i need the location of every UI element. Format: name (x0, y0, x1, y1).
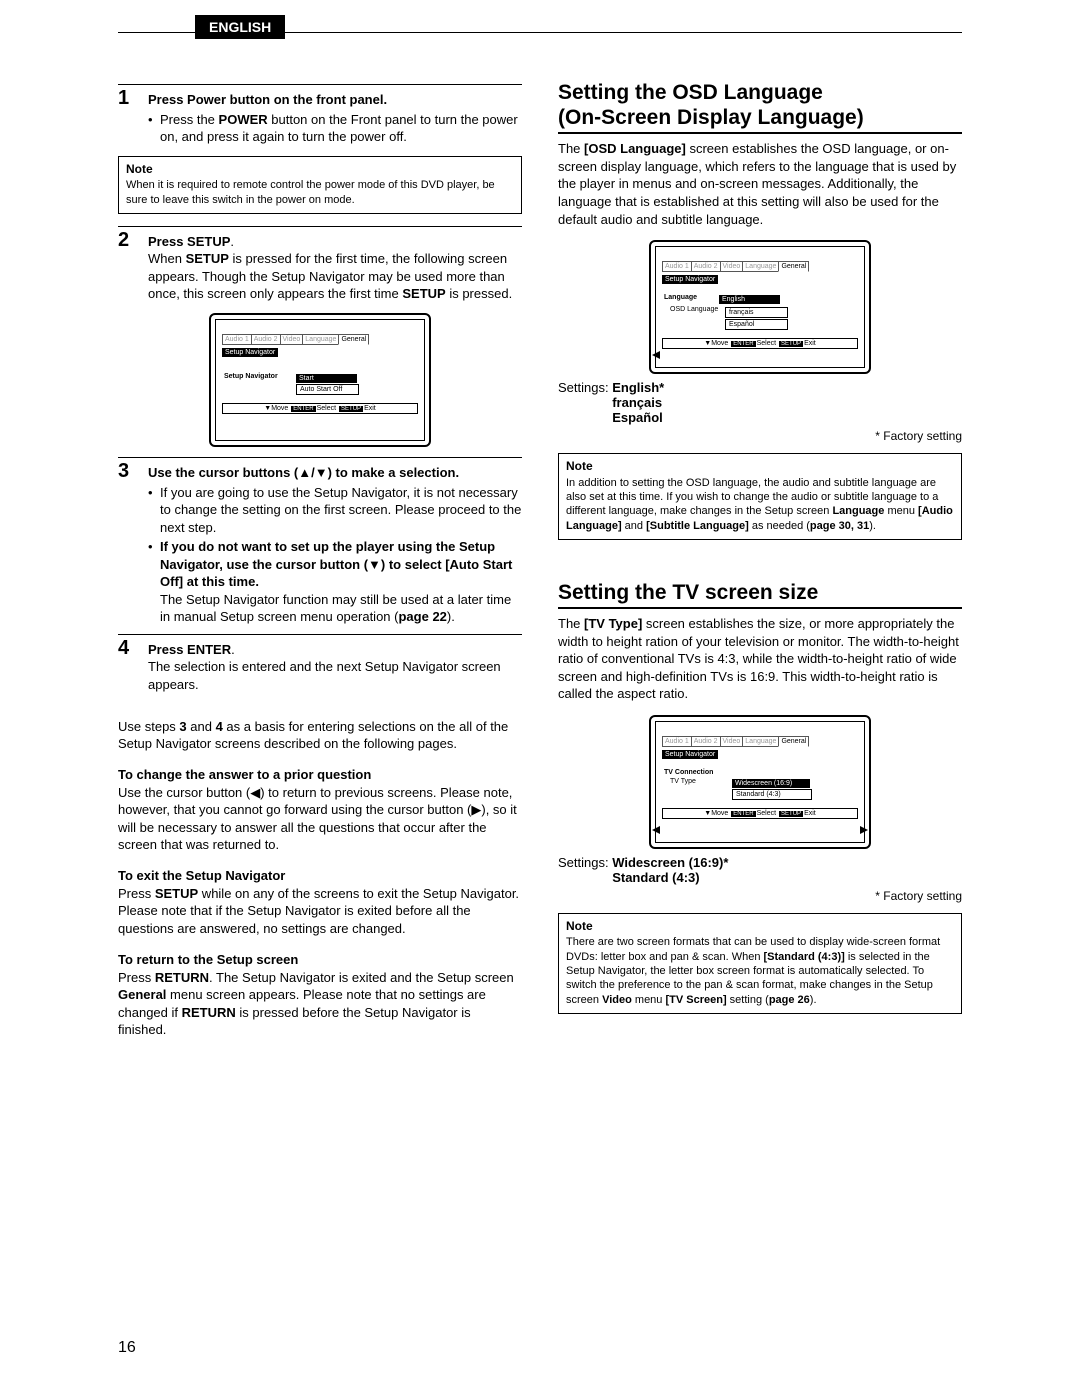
step-number: 2 (118, 226, 148, 303)
paragraph: Use steps 3 and 4 as a basis for enterin… (118, 718, 522, 753)
note-title: Note (126, 162, 514, 178)
subheading: To exit the Setup Navigator (118, 868, 522, 883)
right-column: Setting the OSD Language(On-Screen Displ… (558, 80, 962, 1039)
step-text: The selection is entered and the next Se… (148, 658, 522, 693)
header-rule (118, 32, 962, 33)
osd-footer: ▼Move ENTERSelect SETUPExit (222, 403, 418, 414)
step-2: 2 Press SETUP. When SETUP is pressed for… (118, 226, 522, 303)
section-heading-tv-size: Setting the TV screen size (558, 580, 962, 609)
note-body: There are two screen formats that can be… (566, 935, 954, 1006)
note-box: Note In addition to setting the OSD lang… (558, 453, 962, 540)
paragraph: The [TV Type] screen establishes the siz… (558, 615, 962, 703)
osd-screen-tv-type: Audio 1Audio 2VideoLanguageGeneral Setup… (649, 715, 871, 849)
factory-note: * Factory setting (558, 429, 962, 443)
left-column: 1 Press Power button on the front panel.… (118, 80, 522, 1039)
osd-tabs: Audio 1Audio 2VideoLanguageGeneral (222, 334, 418, 345)
step-bullet: If you are going to use the Setup Naviga… (160, 484, 522, 537)
step-title: Press SETUP (148, 234, 230, 249)
factory-note: * Factory setting (558, 889, 962, 903)
settings-list: Settings: Widescreen (16:9)* Settings: S… (558, 855, 962, 885)
step-title: Press Power button on the front panel. (148, 91, 522, 109)
paragraph: Press SETUP while on any of the screens … (118, 885, 522, 938)
paragraph: The [OSD Language] screen establishes th… (558, 140, 962, 228)
step-title: Use the cursor buttons (▲/▼) to make a s… (148, 464, 522, 482)
step-3: 3 Use the cursor buttons (▲/▼) to make a… (118, 457, 522, 626)
step-text: When SETUP is pressed for the first time… (148, 250, 522, 303)
osd-screen-setup-navigator: Audio 1Audio 2VideoLanguageGeneral Setup… (209, 313, 431, 447)
osd-screen-language: Audio 1Audio 2VideoLanguageGeneral Setup… (649, 240, 871, 374)
step-number: 3 (118, 457, 148, 626)
step-bullet: If you do not want to set up the player … (160, 538, 522, 626)
note-body: In addition to setting the OSD language,… (566, 476, 954, 533)
subheading: To change the answer to a prior question (118, 767, 522, 782)
subheading: To return to the Setup screen (118, 952, 522, 967)
step-bullet: Press the POWER button on the Front pane… (160, 111, 522, 146)
paragraph: Press RETURN. The Setup Navigator is exi… (118, 969, 522, 1039)
step-number: 1 (118, 84, 148, 146)
paragraph: Use the cursor button (◀) to return to p… (118, 784, 522, 854)
page-number: 16 (118, 1339, 136, 1357)
note-box: Note There are two screen formats that c… (558, 913, 962, 1014)
step-1: 1 Press Power button on the front panel.… (118, 84, 522, 146)
osd-subtitle: Setup Navigator (222, 348, 278, 357)
step-4: 4 Press ENTER. The selection is entered … (118, 634, 522, 694)
note-box: Note When it is required to remote contr… (118, 156, 522, 214)
note-body: When it is required to remote control th… (126, 178, 514, 207)
step-title: Press ENTER (148, 642, 231, 657)
section-heading-osd-language: Setting the OSD Language(On-Screen Displ… (558, 80, 962, 134)
step-number: 4 (118, 634, 148, 694)
settings-list: Settings: English* Settings: français Se… (558, 380, 962, 425)
language-tab: ENGLISH (195, 15, 285, 39)
